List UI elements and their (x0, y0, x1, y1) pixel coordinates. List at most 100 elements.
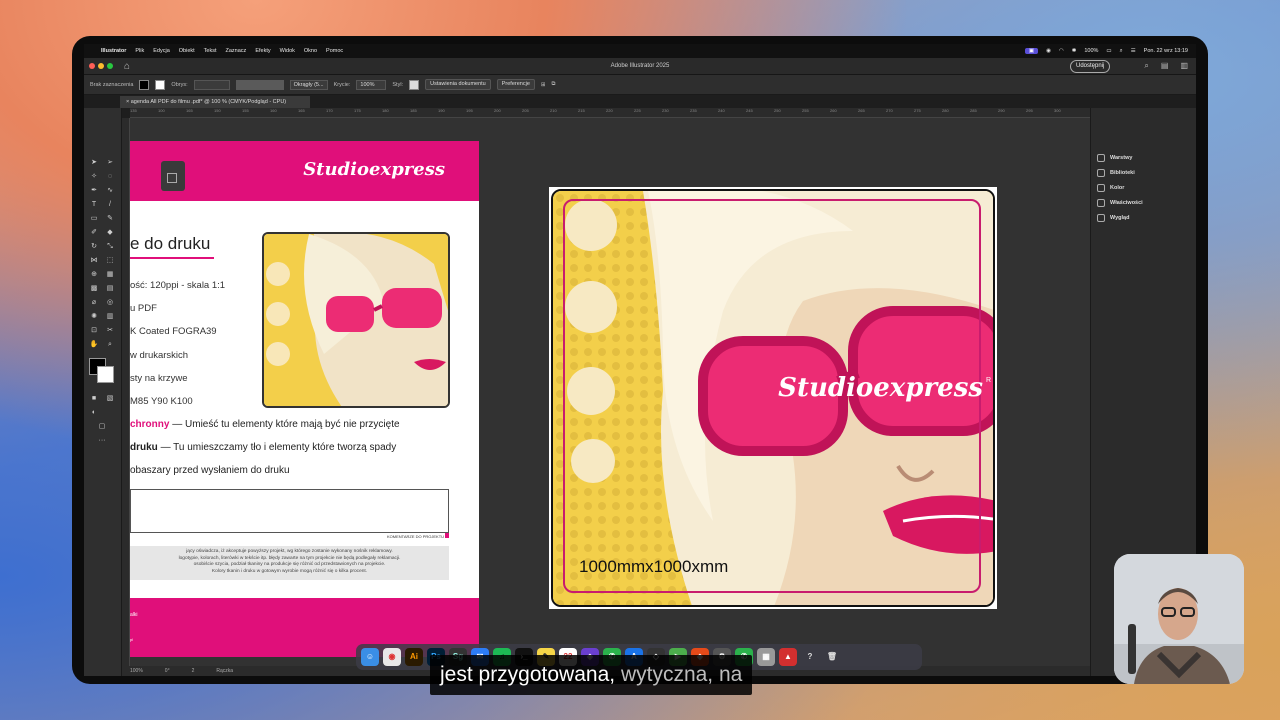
menu-object[interactable]: Obiekt (179, 48, 195, 54)
current-tool[interactable]: Rączka (216, 668, 233, 674)
battery-icon[interactable]: ▭ (1106, 48, 1111, 54)
finder-icon[interactable]: ☺ (361, 648, 379, 666)
curvature-tool-icon[interactable]: ∿ (104, 186, 116, 196)
floating-panel[interactable] (161, 161, 185, 191)
battery-percent[interactable]: 100% (1084, 48, 1098, 54)
panel-color[interactable]: Kolor (1097, 184, 1124, 192)
screen-mode-icon[interactable]: ▢ (96, 422, 108, 432)
illustrator-icon[interactable]: Ai (405, 648, 423, 666)
panel-appearance[interactable]: Wygląd (1097, 214, 1129, 222)
width-tool-icon[interactable]: ⋈ (88, 256, 100, 266)
variable-width-profile[interactable] (235, 79, 284, 90)
wifi-icon[interactable]: ◠ (1059, 48, 1064, 54)
bluetooth-icon[interactable]: ✱ (1072, 48, 1077, 54)
slice-tool-icon[interactable]: ✂ (104, 326, 116, 336)
transform-icon[interactable]: ⧉ (552, 81, 556, 88)
vertical-ruler[interactable] (122, 118, 130, 666)
design-artboard[interactable]: Studioexpress R 1000mmx1000xmm (549, 187, 997, 609)
color-mode-icon[interactable]: ■ (88, 394, 100, 404)
zoom-tool-icon[interactable]: ⌕ (104, 340, 116, 350)
menubar-clock[interactable]: Pon. 22 wrz 13:19 (1144, 48, 1188, 54)
gradient-tool-icon[interactable]: ▤ (104, 284, 116, 294)
symbol-sprayer-tool-icon[interactable]: ✺ (88, 312, 100, 322)
perspective-grid-tool-icon[interactable]: ▦ (104, 270, 116, 280)
lasso-tool-icon[interactable]: ◌ (104, 172, 116, 182)
ruler-tick-label: 205 (522, 108, 529, 113)
menu-help[interactable]: Pomoc (326, 48, 343, 54)
artboard-options-icon[interactable] (167, 173, 177, 183)
rotation-value[interactable]: 0° (165, 668, 170, 674)
style-label: Styl: (392, 81, 404, 88)
preview-icon[interactable]: ▦ (757, 648, 775, 666)
horizontal-ruler[interactable]: 135 100 165 150 155 160 165 170 175 180 185 190 195 2… (130, 108, 1090, 118)
artboard-tool-icon[interactable]: ⊡ (88, 326, 100, 336)
menu-app-name[interactable]: Illustrator (101, 48, 126, 54)
chrome-icon[interactable]: ◉ (383, 648, 401, 666)
pen-tool-icon[interactable]: ✒ (88, 186, 100, 196)
control-center-icon[interactable]: ☰ (1131, 48, 1136, 54)
scale-tool-icon[interactable]: ⤡ (104, 242, 116, 252)
stroke-swatch[interactable] (155, 79, 166, 90)
menu-type[interactable]: Tekst (204, 48, 217, 54)
blend-tool-icon[interactable]: ◎ (104, 298, 116, 308)
trash-icon[interactable]: 🗑 (823, 648, 841, 666)
type-tool-icon[interactable]: T (88, 200, 100, 210)
mesh-tool-icon[interactable]: ▩ (88, 284, 100, 294)
zoom-level[interactable]: 100% (130, 668, 143, 674)
graphic-style-swatch[interactable] (409, 79, 420, 90)
eyedropper-tool-icon[interactable]: ⌀ (88, 298, 100, 308)
guidelines-artboard[interactable]: Studioexpress e do druku ość: 120ppi - s… (130, 141, 479, 657)
opacity-field[interactable]: 100% (356, 79, 387, 90)
document-setup-button[interactable]: Ustawienia dokumentu (425, 79, 491, 90)
arrange-icon[interactable]: ▤ (1161, 61, 1169, 71)
column-graph-tool-icon[interactable]: ▥ (104, 312, 116, 322)
selection-tool-icon[interactable]: ➤ (88, 158, 100, 168)
search-icon[interactable]: ⌕ (1120, 48, 1123, 55)
ruler-tick-label: 270 (886, 108, 893, 113)
preferences-button[interactable]: Preferencje (496, 79, 535, 90)
free-transform-tool-icon[interactable]: ⬚ (104, 256, 116, 266)
paintbrush-tool-icon[interactable]: ✎ (104, 214, 116, 224)
stroke-weight-field[interactable] (193, 79, 230, 90)
ruler-tick-label: 225 (634, 108, 641, 113)
panels-icon[interactable]: ▥ (1180, 61, 1188, 71)
hand-tool-icon[interactable]: ✋ (88, 340, 100, 350)
menu-view[interactable]: Widok (280, 48, 295, 54)
gradient-mode-icon[interactable]: ▧ (104, 394, 116, 404)
ruler-tick-label: 160 (270, 108, 277, 113)
line-tool-icon[interactable]: / (104, 200, 116, 210)
spec-marks: w drukarskich (130, 350, 189, 361)
shape-builder-tool-icon[interactable]: ⊕ (88, 270, 100, 280)
menu-effect[interactable]: Efekty (255, 48, 270, 54)
stroke-color-swatch[interactable] (97, 366, 114, 383)
share-button[interactable]: Udostępnij (1070, 60, 1111, 73)
rectangle-tool-icon[interactable]: ▭ (88, 214, 100, 224)
panel-libraries[interactable]: Biblioteki (1097, 169, 1135, 177)
menu-window[interactable]: Okno (304, 48, 317, 54)
menu-select[interactable]: Zaznacz (226, 48, 247, 54)
more-tools-icon[interactable]: ··· (96, 436, 108, 446)
acrobat-icon[interactable]: ▲ (779, 648, 797, 666)
align-icon[interactable]: ⊞ (541, 82, 546, 88)
brush-definition[interactable]: Okrągły (5... (289, 79, 328, 90)
help-icon[interactable]: ? (801, 648, 819, 666)
rotate-tool-icon[interactable]: ↻ (88, 242, 100, 252)
document-tab[interactable]: × agenda All PDF do filmu .pdf* @ 100 % … (120, 96, 310, 108)
panel-properties[interactable]: Właściwości (1097, 199, 1143, 207)
magic-wand-tool-icon[interactable]: ✧ (88, 172, 100, 182)
ruler-tick-label: 200 (494, 108, 501, 113)
screen-record-icon[interactable]: ▣ (1024, 48, 1039, 54)
fill-swatch[interactable] (139, 79, 150, 90)
panel-layers[interactable]: Warstwy (1097, 154, 1132, 162)
shaper-tool-icon[interactable]: ✐ (88, 228, 100, 238)
search-icon[interactable]: ⌕ (1144, 61, 1148, 71)
direct-selection-tool-icon[interactable]: ➢ (104, 158, 116, 168)
draw-mode-icon[interactable]: ◐ (88, 408, 100, 418)
menu-file[interactable]: Plik (135, 48, 144, 54)
status-icon[interactable]: ◉ (1046, 48, 1051, 54)
menu-edit[interactable]: Edycja (153, 48, 170, 54)
artboard-number[interactable]: 2 (192, 668, 195, 674)
canvas[interactable]: Studioexpress e do druku ość: 120ppi - s… (130, 118, 1090, 666)
eraser-tool-icon[interactable]: ◆ (104, 228, 116, 238)
comment-box[interactable] (130, 489, 449, 533)
